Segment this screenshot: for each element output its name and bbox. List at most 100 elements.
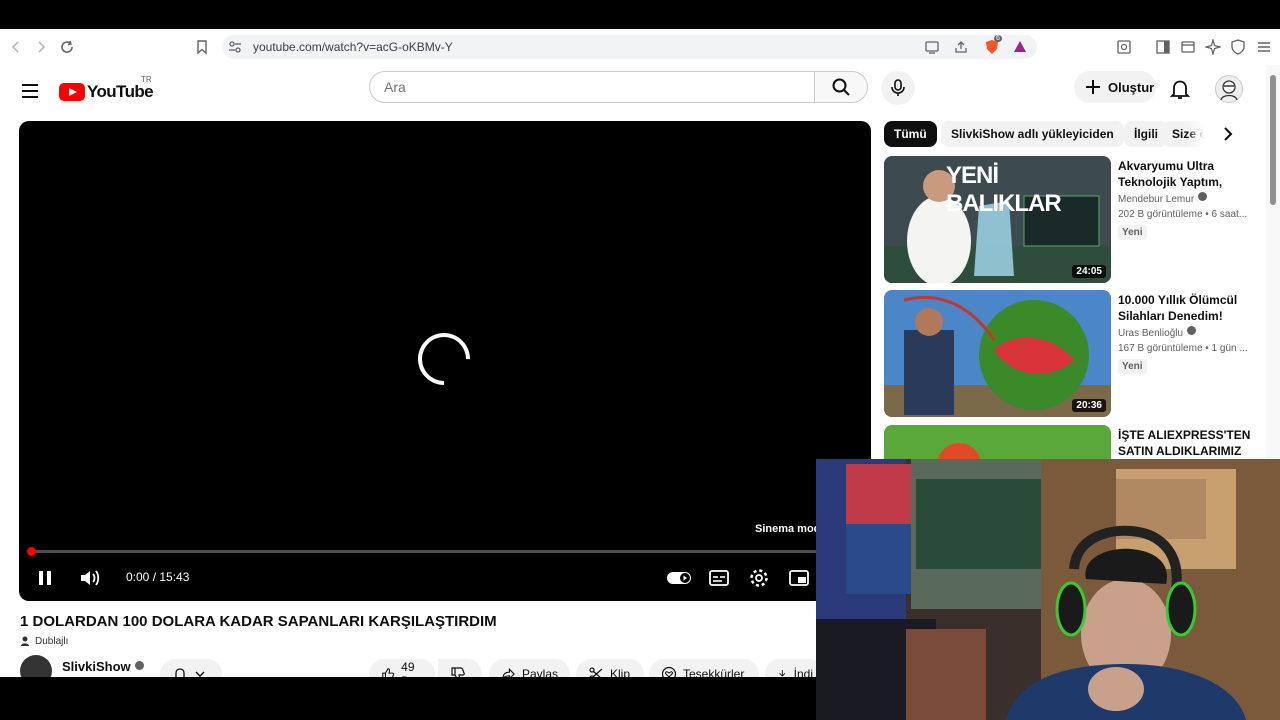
verified-badge-icon — [134, 661, 144, 670]
youtube-header: YouTube TR Oluştur — [0, 65, 1266, 121]
search-input[interactable] — [369, 71, 815, 103]
share-label: Paylaş — [521, 667, 558, 677]
volume-icon[interactable] — [79, 566, 101, 590]
reader-icon[interactable] — [1114, 37, 1134, 57]
hamburger-menu-icon[interactable] — [20, 81, 40, 101]
chip-from-uploader[interactable]: SlivkiShow adlı yükleyiciden — [941, 121, 1124, 147]
search-button[interactable] — [815, 71, 868, 103]
create-button[interactable]: Oluştur — [1074, 71, 1156, 103]
recommendation-channel-text: Uras Benlioğlu — [1118, 328, 1184, 339]
site-settings-icon[interactable] — [225, 37, 245, 57]
chip-all[interactable]: Tümü — [884, 121, 937, 147]
microphone-icon — [891, 79, 905, 96]
pause-icon[interactable] — [37, 566, 55, 590]
recommendation-meta: 202 B görüntüleme • 6 saat... — [1118, 209, 1248, 220]
back-icon[interactable] — [6, 37, 26, 57]
webcam-feed-image — [816, 459, 1280, 720]
video-title: 1 DOLARDAN 100 DOLARA KADAR SAPANLARI KA… — [20, 613, 497, 630]
video-duration: 24:05 — [1072, 265, 1106, 278]
share-button[interactable]: Paylaş — [489, 659, 570, 677]
thanks-heart-icon — [661, 666, 677, 677]
forward-icon[interactable] — [31, 37, 51, 57]
chevron-down-icon — [195, 671, 205, 677]
time-display: 0:00 / 15:43 — [126, 570, 190, 584]
recommendation-title[interactable]: Akvaryumu Ultra Teknolojik Yaptım, Balı.… — [1118, 158, 1253, 190]
share-arrow-icon — [502, 667, 515, 677]
region-code: TR — [141, 75, 152, 84]
browser-toolbar: youtube.com/watch?v=acG-oKBMv-Y 6 — [0, 29, 1280, 66]
share-page-icon[interactable] — [951, 37, 971, 57]
progress-bar[interactable] — [27, 547, 860, 556]
recommendation-channel-text: Mendebur Lemur — [1118, 194, 1195, 205]
bell-icon — [175, 668, 185, 677]
notifications-bell-icon[interactable] — [1168, 77, 1192, 101]
browser-menu-icon[interactable] — [1254, 37, 1274, 57]
cast-icon[interactable] — [922, 37, 942, 57]
chevron-right-icon[interactable] — [1219, 125, 1237, 143]
wallet-icon[interactable] — [1178, 37, 1198, 57]
scrubber-handle[interactable] — [27, 547, 36, 556]
thanks-button[interactable]: Teşekkürler — [649, 659, 759, 677]
avatar-face-icon — [1220, 80, 1238, 101]
recommendation-channel[interactable]: Mendebur Lemur — [1118, 192, 1208, 205]
youtube-play-logo-icon — [59, 83, 85, 101]
create-label: Oluştur — [1108, 79, 1155, 95]
dubbed-badge: Dublajlı — [20, 635, 68, 647]
leo-ai-icon[interactable] — [1203, 37, 1223, 57]
thumbnail-text: YENİ BALIKLAR — [946, 162, 1062, 217]
thumbs-down-icon — [451, 667, 465, 677]
dubbed-label: Dublajlı — [35, 635, 69, 647]
brave-shield-count: 6 — [994, 35, 1002, 42]
video-thumbnail[interactable]: 20:36 — [884, 290, 1111, 417]
theater-mode-tooltip: Sinema mod — [755, 523, 821, 535]
recommendation-title[interactable]: 10.000 Yıllık Ölümcül Silahları Denedim! — [1118, 292, 1253, 324]
autoplay-toggle-icon[interactable] — [665, 566, 693, 590]
brave-shield-icon[interactable]: 6 — [982, 35, 1002, 57]
address-bar[interactable]: youtube.com/watch?v=acG-oKBMv-Y 6 — [222, 35, 1037, 59]
subtitles-icon[interactable] — [708, 566, 730, 590]
thanks-label: Teşekkürler — [683, 667, 745, 677]
miniplayer-icon[interactable] — [788, 566, 810, 590]
youtube-logo[interactable]: YouTube TR — [59, 75, 154, 103]
recommendation-channel[interactable]: Uras Benlioğlu — [1118, 326, 1197, 339]
reload-icon[interactable] — [57, 37, 77, 57]
dislike-button[interactable] — [438, 659, 482, 677]
vpn-icon[interactable] — [1228, 37, 1248, 57]
like-count: 49 B — [401, 660, 415, 677]
plus-icon — [1086, 80, 1100, 94]
sidebar-icon[interactable] — [1153, 37, 1173, 57]
subscribe-bell-button[interactable] — [160, 659, 222, 677]
clip-label: Klip — [610, 667, 631, 677]
channel-name[interactable]: SlivkiShow — [62, 659, 144, 674]
new-badge: Yeni — [1118, 359, 1147, 374]
recommendation-item[interactable]: YENİ BALIKLAR 24:05 Akvaryumu Ultra Tekn… — [884, 156, 1259, 284]
scrollbar-thumb[interactable] — [1270, 75, 1276, 205]
thumbs-up-icon — [382, 668, 395, 677]
logo-text: YouTube — [87, 82, 154, 101]
recommendation-item[interactable]: 20:36 10.000 Yıllık Ölümcül Silahları De… — [884, 290, 1259, 418]
account-avatar[interactable] — [1215, 75, 1243, 103]
video-duration: 20:36 — [1072, 399, 1106, 412]
url-text: youtube.com/watch?v=acG-oKBMv-Y — [253, 40, 453, 54]
bookmark-icon[interactable] — [192, 37, 212, 57]
settings-gear-icon[interactable] — [748, 566, 770, 590]
download-label: İndi — [793, 667, 813, 677]
thumbnail-image-watermelon — [884, 290, 1111, 417]
clip-button[interactable]: Klip — [576, 659, 644, 677]
verified-badge-icon — [1187, 326, 1197, 335]
download-icon — [779, 670, 786, 677]
chip-for-you[interactable]: Size ö — [1162, 121, 1204, 147]
channel-avatar[interactable] — [20, 655, 52, 677]
new-badge: Yeni — [1118, 225, 1147, 240]
video-thumbnail[interactable]: YENİ BALIKLAR 24:05 — [884, 156, 1111, 283]
recommendation-meta: 167 B görüntüleme • 1 gün ... — [1118, 343, 1248, 354]
scissors-icon — [589, 667, 603, 677]
voice-search-button[interactable] — [881, 71, 915, 105]
channel-name-text: SlivkiShow — [62, 659, 131, 674]
video-player[interactable]: Sinema mod 0:00 / 15:43 — [19, 121, 871, 601]
brave-rewards-icon[interactable] — [1010, 37, 1030, 57]
recommendation-title[interactable]: İŞTE ALIEXPRESS'TEN SATIN ALDIKLARIMIZ — [1118, 427, 1253, 459]
verified-badge-icon — [1198, 192, 1208, 201]
like-button[interactable]: 49 B — [369, 659, 435, 677]
search-icon — [832, 78, 850, 96]
